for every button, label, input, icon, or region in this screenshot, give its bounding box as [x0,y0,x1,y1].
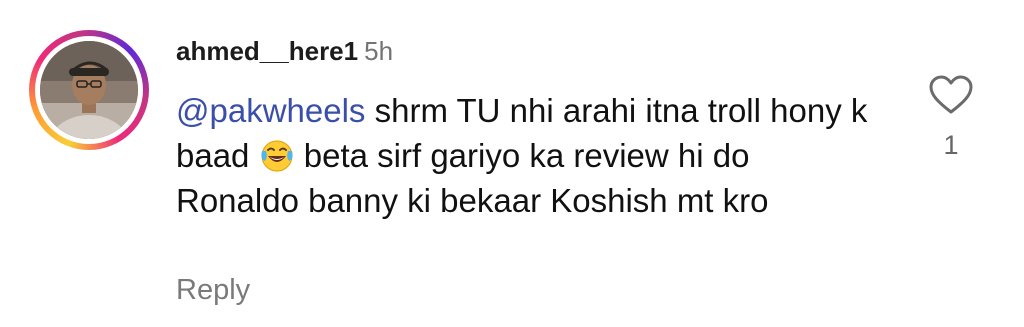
story-ring[interactable] [29,30,149,150]
mention-link[interactable]: @pakwheels [176,92,365,129]
avatar[interactable] [40,41,138,139]
comment-text: @pakwheels shrm TU nhi arahi itna troll … [176,88,876,223]
avatar-frame [35,36,143,144]
comment-header: ahmed__here1 5h [176,34,393,68]
comment-item: ahmed__here1 5h @pakwheels shrm TU nhi ar… [0,0,1024,327]
face-with-tears-of-joy-icon [261,140,293,172]
username[interactable]: ahmed__here1 [176,36,358,66]
reply-button[interactable]: Reply [176,272,250,308]
avatar-photo-icon [40,41,138,139]
like-block: 1 [926,74,976,161]
like-count: 1 [943,130,959,160]
heart-icon[interactable] [928,74,974,116]
timestamp: 5h [364,36,394,66]
